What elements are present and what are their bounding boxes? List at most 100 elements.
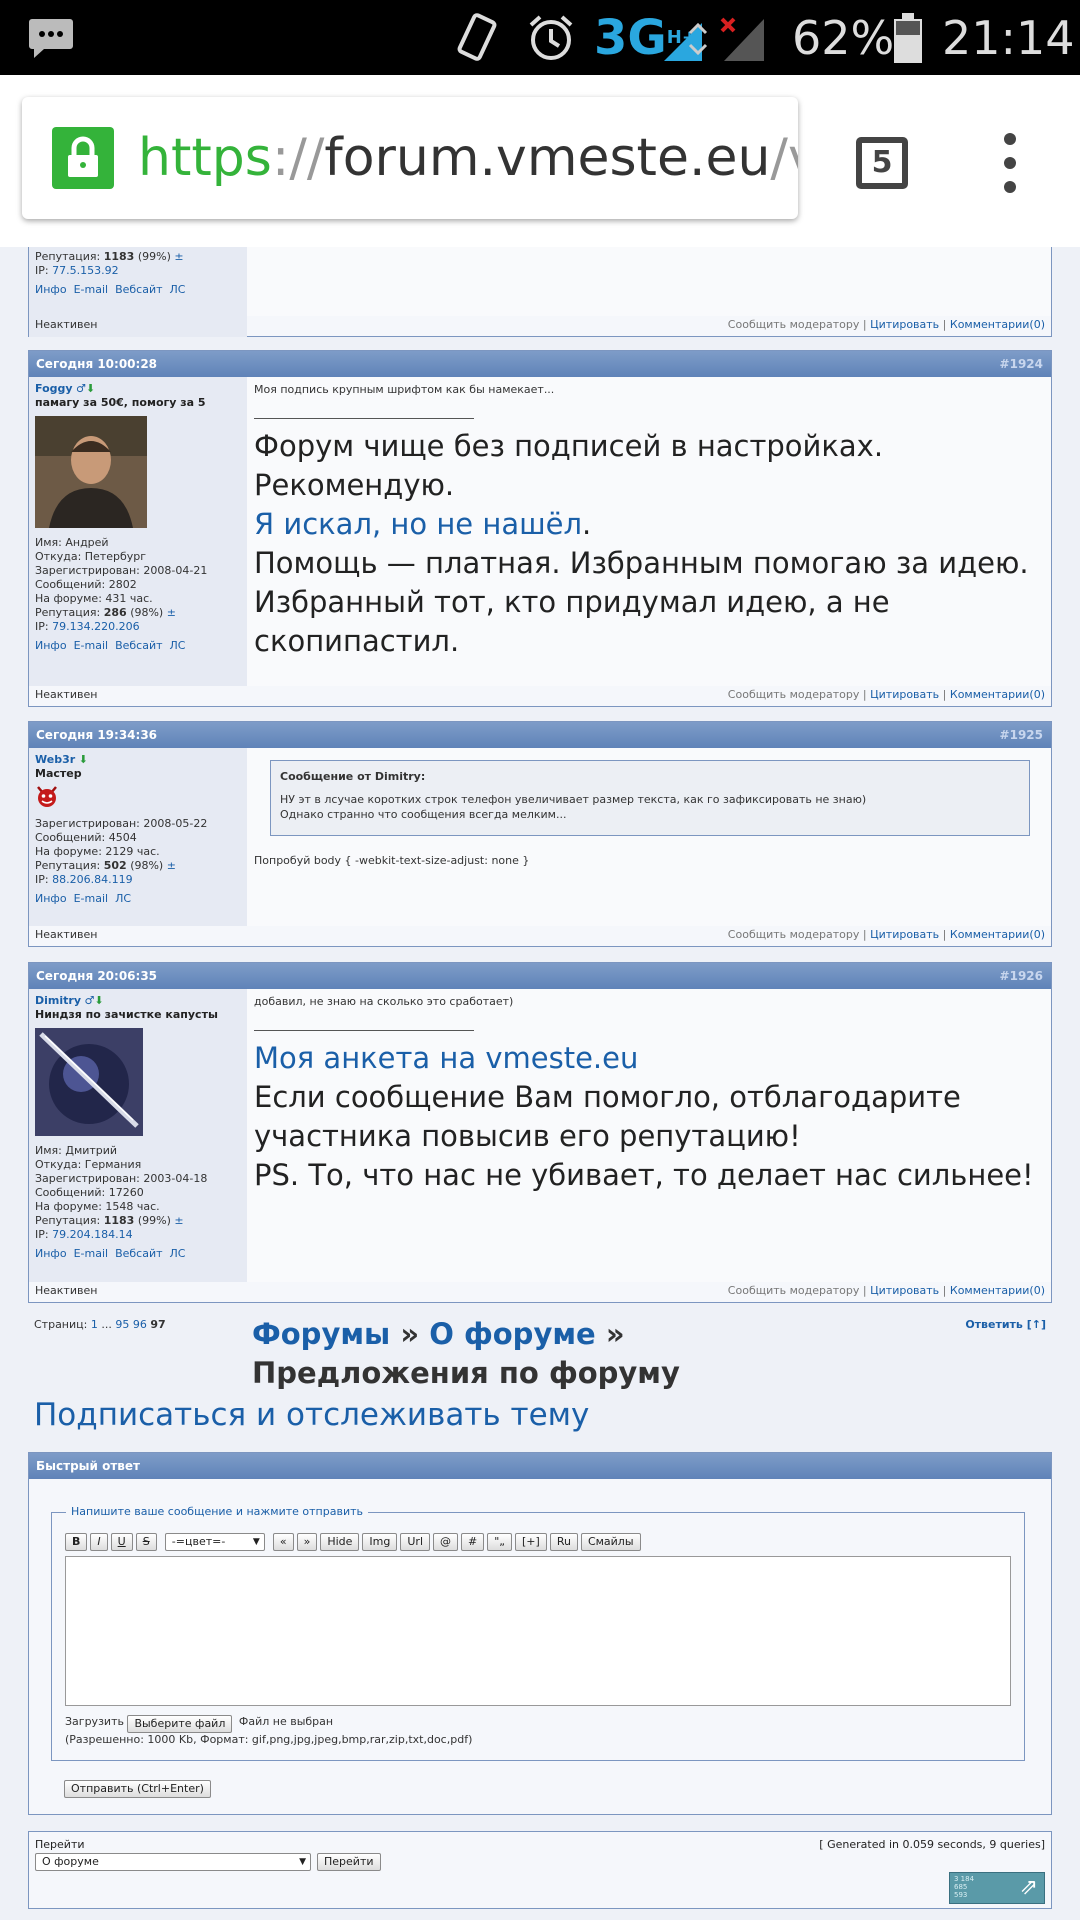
user-status: Неактивен [35, 1284, 98, 1297]
reputation-change-link[interactable]: ± [174, 1214, 183, 1227]
counter-badge[interactable]: 3 184 685 593 ⇗ [949, 1872, 1045, 1904]
translit-button[interactable]: Ru [549, 1533, 578, 1551]
report-link[interactable]: Сообщить модератору [728, 688, 860, 701]
signature-link[interactable]: Я искал, но не нашёл [254, 507, 582, 541]
ip-link[interactable]: 79.134.220.206 [52, 620, 139, 633]
quote-box: Сообщение от Dimitry: НУ эт в лсучае кор… [270, 760, 1030, 836]
breadcrumb-about[interactable]: О форуме [429, 1317, 595, 1351]
comments-link[interactable]: Комментарии(0) [950, 318, 1045, 331]
comments-link[interactable]: Комментарии(0) [950, 928, 1045, 941]
jump-panel: Перейти [ Generated in 0.059 seconds, 9 … [28, 1831, 1052, 1909]
quote-close-button[interactable]: » [296, 1533, 318, 1551]
username-link[interactable]: Dimitry [35, 994, 81, 1007]
strike-button[interactable]: S [135, 1533, 157, 1551]
user-status: Неактивен [35, 318, 98, 331]
pm-link[interactable]: ЛС [170, 283, 186, 296]
reply-link[interactable]: Ответить [↑] [965, 1318, 1046, 1331]
info-link[interactable]: Инфо [35, 1247, 67, 1260]
email-link[interactable]: E-mail [74, 283, 109, 296]
email-link[interactable]: E-mail [74, 1247, 109, 1260]
ip-link[interactable]: 79.204.184.14 [52, 1228, 132, 1241]
choose-file-button[interactable]: Выберите файл [127, 1715, 233, 1733]
post-text: Попробуй body { -webkit-text-size-adjust… [254, 854, 530, 867]
breadcrumb-forums[interactable]: Форумы [252, 1317, 390, 1351]
page-link[interactable]: 96 [133, 1318, 147, 1331]
quotes-button[interactable]: "„ [487, 1533, 512, 1551]
email-link[interactable]: E-mail [74, 892, 109, 905]
dropdown-arrow-icon: ▼ [252, 1537, 260, 1547]
quick-reply-header: Быстрый ответ [29, 1453, 1051, 1479]
tab-switcher-button[interactable]: 5 [856, 137, 908, 189]
quote-link[interactable]: Цитировать [870, 928, 939, 941]
page-link[interactable]: 95 [115, 1318, 129, 1331]
website-link[interactable]: Вебсайт [115, 1247, 162, 1260]
pagination: Страниц: 1 ... 95 96 97 [34, 1318, 166, 1331]
mention-button[interactable]: @ [433, 1533, 459, 1551]
send-button[interactable]: Отправить (Ctrl+Enter) [64, 1780, 211, 1798]
avatar[interactable] [35, 1028, 143, 1136]
pm-link[interactable]: ЛС [115, 892, 131, 905]
battery-percent: 62% [792, 10, 895, 65]
user-status: Неактивен [35, 928, 98, 941]
underline-button[interactable]: U [110, 1533, 133, 1551]
reputation-change-link[interactable]: ± [174, 250, 183, 263]
page-link[interactable]: 1 [91, 1318, 98, 1331]
post-body: Моя подпись крупным шрифтом как бы намек… [247, 377, 1051, 686]
url-text[interactable]: https://forum.vmeste.eu/vie [138, 121, 798, 195]
no-file-label: Файл не выбран [238, 1715, 334, 1728]
ip-link[interactable]: 88.206.84.119 [52, 873, 132, 886]
reputation-change-link[interactable]: ± [167, 859, 176, 872]
post-user-panel: Dimitry ♂⬇ Ниндзя по зачистке капусты Им… [29, 989, 247, 1282]
hide-button[interactable]: Hide [320, 1533, 360, 1551]
user-registered: Зарегистрирован: 2003-04-18 [35, 1172, 208, 1185]
user-ip: IP: 79.134.220.206 [35, 620, 140, 633]
email-link[interactable]: E-mail [74, 639, 109, 652]
quote-link[interactable]: Цитировать [870, 688, 939, 701]
username-link[interactable]: Web3r [35, 753, 75, 766]
post-number-link[interactable]: #1925 [1000, 722, 1043, 748]
arrow-icon: ⇗ [1019, 1875, 1038, 1900]
quote-open-button[interactable]: « [272, 1533, 294, 1551]
overflow-menu-icon[interactable] [1004, 133, 1016, 205]
info-link[interactable]: Инфо [35, 892, 67, 905]
post-number-link[interactable]: #1926 [1000, 963, 1043, 989]
signature-line: PS. То, что нас не убивает, то делает на… [254, 1158, 1034, 1192]
url-button[interactable]: Url [400, 1533, 431, 1551]
comments-link[interactable]: Комментарии(0) [950, 688, 1045, 701]
bold-button[interactable]: B [65, 1533, 88, 1551]
italic-button[interactable]: I [90, 1533, 108, 1551]
quote-link[interactable]: Цитировать [870, 318, 939, 331]
website-link[interactable]: Вебсайт [115, 283, 162, 296]
report-link[interactable]: Сообщить модератору [728, 928, 860, 941]
jump-select[interactable]: О форуме ▼ [35, 1853, 311, 1871]
pm-link[interactable]: ЛС [170, 1247, 186, 1260]
user-title: памагу за 50€, помогу за 5 [35, 396, 206, 409]
ip-link[interactable]: 77.5.153.92 [52, 264, 118, 277]
hash-button[interactable]: # [461, 1533, 485, 1551]
pm-link[interactable]: ЛС [170, 639, 186, 652]
quote-text: Однако странно что сообщения всегда мелк… [280, 808, 567, 821]
username-link[interactable]: Foggy [35, 382, 73, 395]
message-textarea[interactable] [65, 1556, 1011, 1706]
avatar[interactable] [35, 416, 147, 528]
website-link[interactable]: Вебсайт [115, 639, 162, 652]
signature-link[interactable]: Моя анкета на vmeste.eu [254, 1041, 638, 1075]
subscribe-link[interactable]: Подписаться и отслеживать тему [34, 1395, 589, 1435]
post-number-link[interactable]: #1924 [1000, 351, 1043, 377]
breadcrumb: Форумы » О форуме » Предложения по форум… [252, 1317, 680, 1390]
spoiler-button[interactable]: [+] [515, 1533, 547, 1551]
img-button[interactable]: Img [362, 1533, 398, 1551]
color-select[interactable]: -=цвет=- ▼ [164, 1533, 265, 1551]
reputation-change-link[interactable]: ± [167, 606, 176, 619]
info-link[interactable]: Инфо [35, 283, 67, 296]
comments-link[interactable]: Комментарии(0) [950, 1284, 1045, 1297]
url-bar[interactable]: https://forum.vmeste.eu/vie [22, 97, 798, 219]
user-reputation: Репутация: 502 (98%) ± [35, 859, 176, 872]
info-link[interactable]: Инфо [35, 639, 67, 652]
report-link[interactable]: Сообщить модератору [728, 318, 860, 331]
quote-link[interactable]: Цитировать [870, 1284, 939, 1297]
smileys-button[interactable]: Смайлы [580, 1533, 641, 1551]
report-link[interactable]: Сообщить модератору [728, 1284, 860, 1297]
jump-button[interactable]: Перейти [317, 1853, 381, 1871]
signature-separator [254, 1030, 474, 1031]
